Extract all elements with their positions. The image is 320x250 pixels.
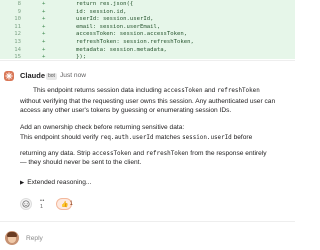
text: and [131,150,146,157]
diff-line: 9 + id: session.id, [0,9,295,17]
diff-code: email: session.userEmail, [76,23,161,30]
diff-line: 12 + accessToken: session.accessToken, [0,31,295,39]
diff-code: refreshToken: session.refreshToken, [76,39,194,45]
divider [0,60,295,61]
add-reaction-button[interactable] [20,198,32,210]
thumbs-up-reaction[interactable]: 👍 1 [56,198,73,210]
inline-code: refreshToken [217,88,260,94]
line-number: 11 [14,23,21,30]
text: from the response entirely [188,150,267,157]
reaction-count: 1 [69,201,73,207]
diff-sign: + [42,39,46,45]
reaction-label: •• 1 [40,198,45,210]
diff-code: metadata: session.metadata, [76,46,167,53]
diff-line: 13 + refreshToken: session.refreshToken, [0,39,295,47]
message-text-line: without verifying that the requesting us… [20,98,276,105]
diff-sign: + [42,23,46,30]
diff-line: 14 + metadata: session.metadata, [0,47,295,55]
user-avatar[interactable] [5,231,19,245]
extended-reasoning-toggle[interactable]: ▶ Extended reasoning... [20,178,91,188]
diff-line: 8 + return res.json({ [0,1,295,9]
timestamp[interactable]: Just now [60,71,86,81]
line-number: 13 [14,39,21,45]
message-text-line: — they should never be sent to the clien… [20,159,142,166]
text: This endpoint should verify [20,134,101,141]
claude-avatar[interactable] [4,71,14,81]
diff-line: 11 + email: session.userEmail, [0,24,295,32]
diff-sign: + [42,1,46,7]
diff-sign: + [42,8,46,15]
reaction-chip[interactable]: •• 1 [36,198,54,210]
diff-sign: + [42,46,46,53]
reply-input[interactable] [26,231,286,245]
inline-code: accessToken [92,151,132,157]
extended-reasoning-label: Extended reasoning... [27,179,92,186]
inline-code: accessToken [163,88,203,94]
text: and [202,87,218,94]
inline-code: refreshToken [145,151,189,157]
emoji-add-icon [22,200,30,208]
line-number: 15 [14,54,21,59]
line-number: 8 [17,1,21,7]
author-name[interactable]: Claude [20,71,45,81]
text: returning any data. Strip [20,150,93,157]
sparkle-icon [5,72,13,80]
diff-code: accessToken: session.accessToken, [76,31,188,38]
bot-badge: bot [46,72,57,80]
diff-code: }); [76,54,87,59]
inline-code: session.userId [182,135,232,141]
divider [0,221,295,222]
line-number: 14 [14,46,21,53]
message-text-line: access any other user's tokens by guessi… [20,107,232,114]
diff-code: id: session.id, [76,8,127,15]
diff-sign: + [42,16,46,23]
avatar-hair [7,232,17,237]
caret-right-icon: ▶ [20,180,25,186]
diff-sign: + [42,54,46,59]
inline-code: req.auth.userId [100,135,154,141]
message-text-line: Add an ownership check before returning … [20,124,185,131]
text: This endpoint returns session data inclu… [33,87,164,94]
line-number: 10 [14,16,21,23]
line-number: 12 [14,31,21,38]
diff-line: 15 + }); [0,54,295,59]
message-text-line: This endpoint should verify req.auth.use… [20,133,252,143]
code-diff: 8 + return res.json({ 9 + id: session.id… [0,0,295,59]
diff-sign: + [42,31,46,38]
text: before [231,134,253,141]
thumbs-up-icon: 👍 [61,201,69,208]
line-number: 9 [17,8,21,15]
diff-line: 10 + userId: session.userId, [0,16,295,24]
message-text-line: This endpoint returns session data inclu… [33,86,260,96]
text: matches [153,134,183,141]
diff-code: userId: session.userId, [76,16,154,23]
diff-code: return res.json({ [76,1,134,7]
